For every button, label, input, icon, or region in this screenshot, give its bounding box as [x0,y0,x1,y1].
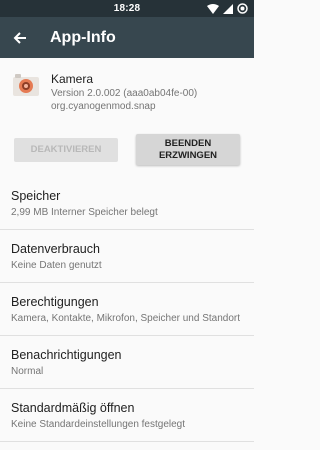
disable-button-label: DEAKTIVIEREN [30,144,102,155]
force-stop-button[interactable]: BEENDEN ERZWINGEN [136,134,240,165]
signal-icon [223,3,233,14]
list-item-title: Benachrichtigungen [11,348,122,362]
list-item-title: Speicher [11,189,61,203]
list-item-permissions[interactable]: Berechtigungen Kamera, Kontakte, Mikrofo… [0,283,254,336]
list-item-open-by-default[interactable]: Standardmäßig öffnen Keine Standardeinst… [0,389,254,442]
status-bar: 18:28 [0,0,254,17]
list-item-subtitle: Kamera, Kontakte, Mikrofon, Speicher und… [11,313,241,324]
page-title: App-Info [50,28,116,46]
force-stop-label-line2: ERZWINGEN [158,149,218,161]
settings-list: Speicher 2,99 MB Interner Speicher beleg… [0,177,254,442]
wifi-icon [207,3,219,14]
list-item-notifications[interactable]: Benachrichtigungen Normal [0,336,254,389]
battery-icon [237,3,248,14]
disable-button[interactable]: DEAKTIVIEREN [14,138,118,162]
list-item-subtitle: Normal [11,366,44,377]
app-package: org.cyanogenmod.snap [51,101,156,112]
app-icon [12,72,40,103]
app-name: Kamera [51,72,94,86]
list-item-subtitle: Keine Standardeinstellungen festgelegt [11,419,186,430]
list-item-title: Datenverbrauch [11,242,100,256]
list-item-subtitle: Keine Daten genutzt [11,260,102,271]
list-item-title: Berechtigungen [11,295,99,309]
camera-icon [13,74,39,96]
app-version: Version 2.0.002 (aaa0ab04fe-00) [51,88,198,99]
list-item-subtitle: 2,99 MB Interner Speicher belegt [11,207,158,218]
status-icons [207,2,248,15]
arrow-back-icon [13,31,26,44]
force-stop-label-line1: BEENDEN [164,137,212,149]
status-time: 18:28 [113,3,141,14]
list-item-data-usage[interactable]: Datenverbrauch Keine Daten genutzt [0,230,254,283]
app-toolbar: App-Info [0,17,254,58]
list-item-title: Standardmäßig öffnen [11,401,135,415]
list-item-storage[interactable]: Speicher 2,99 MB Interner Speicher beleg… [0,177,254,230]
back-button[interactable] [0,17,40,58]
